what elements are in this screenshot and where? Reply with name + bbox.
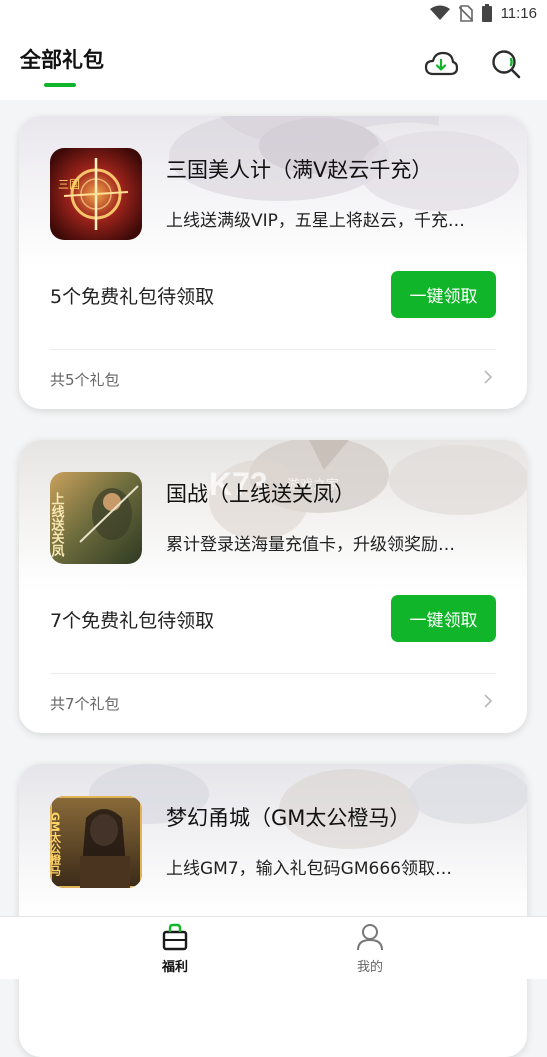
- game-icon-text: GM太公橙马: [50, 812, 62, 877]
- status-icons: 11:16: [429, 2, 537, 24]
- free-gift-count: 7个免费礼包待领取: [50, 610, 215, 632]
- game-description: 累计登录送海量充值卡，升级领奖励…: [166, 535, 455, 555]
- game-description: 上线送满级VIP，五星上将赵云，千充…: [166, 211, 465, 231]
- search-button[interactable]: [486, 44, 526, 84]
- divider: [50, 673, 496, 674]
- claim-all-button[interactable]: 一键领取: [391, 271, 496, 318]
- game-icon-text: 三国: [58, 178, 80, 191]
- free-gift-count: 5个免费礼包待领取: [50, 286, 215, 308]
- download-button[interactable]: [421, 44, 461, 84]
- game-name: 国战（上线送关凤）: [166, 482, 355, 506]
- tab-label: 福利: [161, 960, 188, 975]
- tab-label: 我的: [356, 960, 383, 975]
- total-gift-count[interactable]: 共5个礼包: [50, 369, 120, 390]
- game-icon-text: 上线送关凤: [50, 492, 65, 558]
- status-time: 11:16: [500, 4, 537, 22]
- cloud-download-icon: [424, 51, 458, 76]
- game-description: 上线GM7，输入礼包码GM666领取…: [166, 859, 452, 879]
- game-icon[interactable]: 上线送关凤: [50, 472, 142, 564]
- header: 全部礼包: [0, 26, 547, 100]
- chevron-right-icon[interactable]: [481, 693, 495, 709]
- no-sim-icon: [458, 4, 473, 22]
- divider: [50, 349, 496, 350]
- search-icon: [492, 50, 521, 79]
- gift-card[interactable]: K73 游戏之家 上线送关凤 国战（上线送关凤） 累计登录送海量充值卡，升级领奖…: [19, 440, 527, 733]
- game-name: 梦幻甬城（GM太公橙马）: [166, 806, 411, 830]
- status-bar: 11:16: [0, 0, 547, 26]
- gift-bag-icon: [162, 923, 188, 951]
- chevron-right-icon[interactable]: [481, 369, 495, 385]
- total-gift-count[interactable]: 共7个礼包: [50, 693, 120, 714]
- claim-all-button[interactable]: 一键领取: [391, 595, 496, 642]
- page-title[interactable]: 全部礼包: [20, 44, 104, 74]
- game-icon[interactable]: 三国: [50, 148, 142, 240]
- bottom-navigation: 福利 我的: [0, 916, 547, 979]
- title-underline: [44, 83, 76, 87]
- tab-welfare[interactable]: 福利: [130, 923, 220, 977]
- gift-card[interactable]: GM太公橙马 梦幻甬城（GM太公橙马） 上线GM7，输入礼包码GM666领取…: [19, 764, 527, 1057]
- battery-icon: [481, 4, 492, 22]
- wifi-icon: [429, 5, 450, 20]
- gift-card[interactable]: 三国 三国美人计（满V赵云千充） 上线送满级VIP，五星上将赵云，千充… 5个免…: [19, 116, 527, 409]
- user-icon: [357, 924, 383, 951]
- game-icon[interactable]: GM太公橙马: [50, 796, 142, 888]
- game-name: 三国美人计（满V赵云千充）: [166, 158, 433, 182]
- tab-mine[interactable]: 我的: [325, 923, 415, 977]
